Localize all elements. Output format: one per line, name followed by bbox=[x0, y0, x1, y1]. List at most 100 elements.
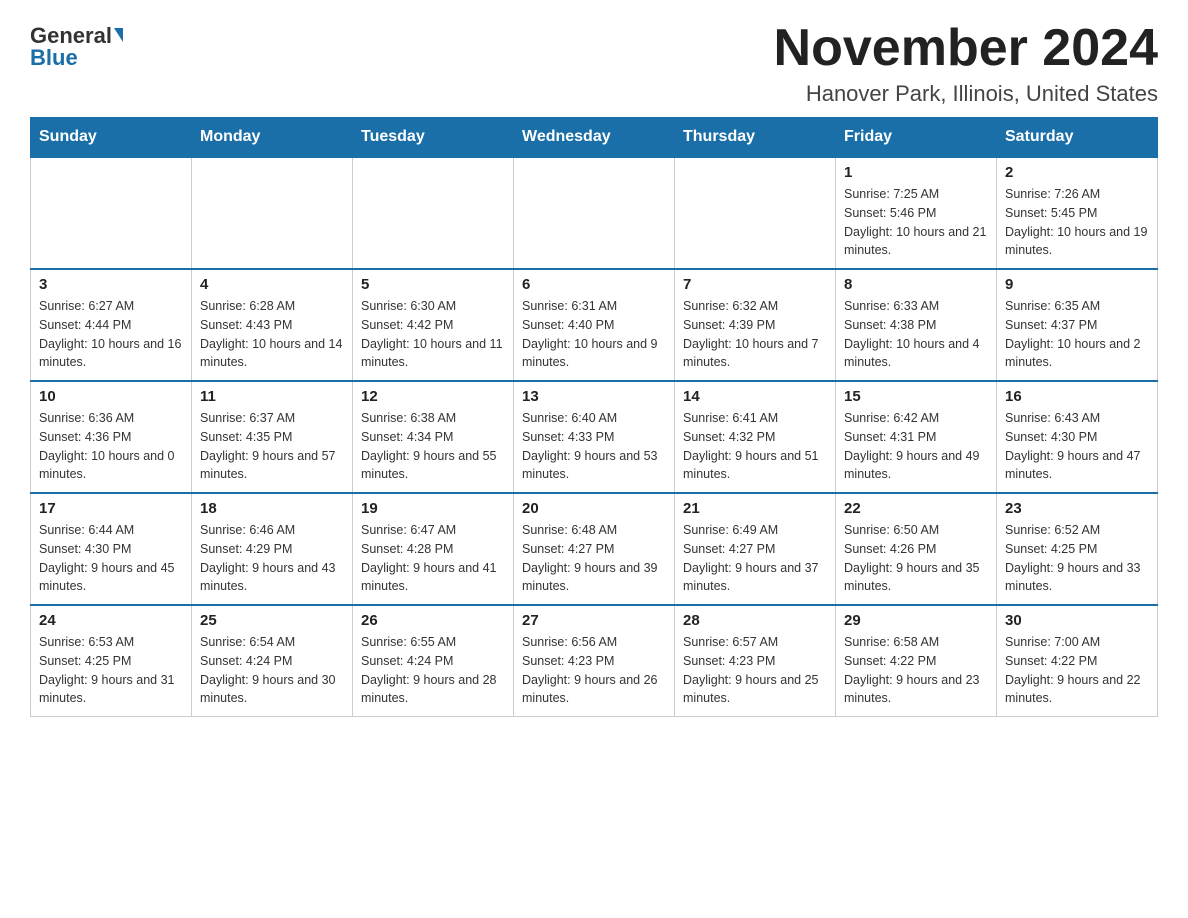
day-info: Sunrise: 6:32 AMSunset: 4:39 PMDaylight:… bbox=[683, 297, 827, 372]
day-info: Sunrise: 6:49 AMSunset: 4:27 PMDaylight:… bbox=[683, 521, 827, 596]
calendar-cell: 25Sunrise: 6:54 AMSunset: 4:24 PMDayligh… bbox=[192, 605, 353, 717]
calendar-cell: 2 Sunrise: 7:26 AMSunset: 5:45 PMDaylight… bbox=[997, 157, 1158, 269]
day-info: Sunrise: 7:26 AMSunset: 5:45 PMDaylight:… bbox=[1005, 185, 1149, 260]
day-number: 14 bbox=[683, 388, 827, 405]
day-info: Sunrise: 6:30 AMSunset: 4:42 PMDaylight:… bbox=[361, 297, 505, 372]
day-info: Sunrise: 6:40 AMSunset: 4:33 PMDaylight:… bbox=[522, 409, 666, 484]
day-number: 5 bbox=[361, 276, 505, 293]
calendar-cell: 21 Sunrise: 6:49 AMSunset: 4:27 PMDayligh… bbox=[675, 493, 836, 605]
day-number: 22 bbox=[844, 500, 988, 517]
day-number: 4 bbox=[200, 276, 344, 293]
day-number: 27 bbox=[522, 612, 666, 629]
week-row-4: 17 Sunrise: 6:44 AMSunset: 4:30 PMDayligh… bbox=[31, 493, 1158, 605]
day-info: Sunrise: 7:00 AMSunset: 4:22 PMDaylight:… bbox=[1005, 633, 1149, 708]
day-info: Sunrise: 6:48 AMSunset: 4:27 PMDaylight:… bbox=[522, 521, 666, 596]
day-number: 21 bbox=[683, 500, 827, 517]
day-info: Sunrise: 6:38 AMSunset: 4:34 PMDaylight:… bbox=[361, 409, 505, 484]
day-info: Sunrise: 6:43 AMSunset: 4:30 PMDaylight:… bbox=[1005, 409, 1149, 484]
day-number: 2 bbox=[1005, 164, 1149, 181]
day-number: 7 bbox=[683, 276, 827, 293]
week-row-1: 1 Sunrise: 7:25 AMSunset: 5:46 PMDaylight… bbox=[31, 157, 1158, 269]
day-info: Sunrise: 6:55 AMSunset: 4:24 PMDaylight:… bbox=[361, 633, 505, 708]
day-info: Sunrise: 6:54 AMSunset: 4:24 PMDaylight:… bbox=[200, 633, 344, 708]
day-number: 28 bbox=[683, 612, 827, 629]
day-info: Sunrise: 6:33 AMSunset: 4:38 PMDaylight:… bbox=[844, 297, 988, 372]
day-number: 18 bbox=[200, 500, 344, 517]
day-number: 23 bbox=[1005, 500, 1149, 517]
logo-triangle-icon bbox=[114, 28, 123, 42]
week-row-2: 3 Sunrise: 6:27 AMSunset: 4:44 PMDaylight… bbox=[31, 269, 1158, 381]
day-info: Sunrise: 6:46 AMSunset: 4:29 PMDaylight:… bbox=[200, 521, 344, 596]
calendar-cell: 9 Sunrise: 6:35 AMSunset: 4:37 PMDaylight… bbox=[997, 269, 1158, 381]
day-number: 26 bbox=[361, 612, 505, 629]
day-number: 13 bbox=[522, 388, 666, 405]
day-number: 10 bbox=[39, 388, 183, 405]
calendar-table: SundayMondayTuesdayWednesdayThursdayFrid… bbox=[30, 117, 1158, 717]
day-number: 11 bbox=[200, 388, 344, 405]
day-info: Sunrise: 6:47 AMSunset: 4:28 PMDaylight:… bbox=[361, 521, 505, 596]
day-info: Sunrise: 6:36 AMSunset: 4:36 PMDaylight:… bbox=[39, 409, 183, 484]
day-info: Sunrise: 6:27 AMSunset: 4:44 PMDaylight:… bbox=[39, 297, 183, 372]
day-number: 6 bbox=[522, 276, 666, 293]
calendar-cell: 17 Sunrise: 6:44 AMSunset: 4:30 PMDayligh… bbox=[31, 493, 192, 605]
calendar-cell: 5 Sunrise: 6:30 AMSunset: 4:42 PMDaylight… bbox=[353, 269, 514, 381]
logo-general: General bbox=[30, 25, 112, 47]
calendar-cell: 19 Sunrise: 6:47 AMSunset: 4:28 PMDayligh… bbox=[353, 493, 514, 605]
calendar-cell: 22Sunrise: 6:50 AMSunset: 4:26 PMDayligh… bbox=[836, 493, 997, 605]
calendar-cell: 15Sunrise: 6:42 AMSunset: 4:31 PMDayligh… bbox=[836, 381, 997, 493]
weekday-header-monday: Monday bbox=[192, 118, 353, 158]
location-subtitle: Hanover Park, Illinois, United States bbox=[774, 81, 1158, 107]
calendar-cell: 30Sunrise: 7:00 AMSunset: 4:22 PMDayligh… bbox=[997, 605, 1158, 717]
calendar-cell: 27 Sunrise: 6:56 AMSunset: 4:23 PMDayligh… bbox=[514, 605, 675, 717]
page-header: General Blue November 2024 Hanover Park,… bbox=[30, 20, 1158, 107]
calendar-cell: 24 Sunrise: 6:53 AMSunset: 4:25 PMDayligh… bbox=[31, 605, 192, 717]
day-number: 3 bbox=[39, 276, 183, 293]
calendar-cell: 29 Sunrise: 6:58 AMSunset: 4:22 PMDayligh… bbox=[836, 605, 997, 717]
calendar-cell: 18 Sunrise: 6:46 AMSunset: 4:29 PMDayligh… bbox=[192, 493, 353, 605]
calendar-cell bbox=[675, 157, 836, 269]
calendar-cell: 10 Sunrise: 6:36 AMSunset: 4:36 PMDayligh… bbox=[31, 381, 192, 493]
day-number: 9 bbox=[1005, 276, 1149, 293]
day-info: Sunrise: 6:35 AMSunset: 4:37 PMDaylight:… bbox=[1005, 297, 1149, 372]
calendar-cell: 4Sunrise: 6:28 AMSunset: 4:43 PMDaylight… bbox=[192, 269, 353, 381]
logo-blue: Blue bbox=[30, 47, 78, 69]
calendar-cell: 12 Sunrise: 6:38 AMSunset: 4:34 PMDayligh… bbox=[353, 381, 514, 493]
day-number: 24 bbox=[39, 612, 183, 629]
calendar-cell: 16 Sunrise: 6:43 AMSunset: 4:30 PMDayligh… bbox=[997, 381, 1158, 493]
day-number: 29 bbox=[844, 612, 988, 629]
weekday-header-wednesday: Wednesday bbox=[514, 118, 675, 158]
calendar-cell: 3 Sunrise: 6:27 AMSunset: 4:44 PMDaylight… bbox=[31, 269, 192, 381]
calendar-cell: 28 Sunrise: 6:57 AMSunset: 4:23 PMDayligh… bbox=[675, 605, 836, 717]
day-info: Sunrise: 6:44 AMSunset: 4:30 PMDaylight:… bbox=[39, 521, 183, 596]
weekday-header-thursday: Thursday bbox=[675, 118, 836, 158]
day-number: 1 bbox=[844, 164, 988, 181]
week-row-5: 24 Sunrise: 6:53 AMSunset: 4:25 PMDayligh… bbox=[31, 605, 1158, 717]
day-number: 8 bbox=[844, 276, 988, 293]
day-info: Sunrise: 6:57 AMSunset: 4:23 PMDaylight:… bbox=[683, 633, 827, 708]
weekday-header-sunday: Sunday bbox=[31, 118, 192, 158]
day-number: 17 bbox=[39, 500, 183, 517]
calendar-cell: 13 Sunrise: 6:40 AMSunset: 4:33 PMDayligh… bbox=[514, 381, 675, 493]
day-info: Sunrise: 6:37 AMSunset: 4:35 PMDaylight:… bbox=[200, 409, 344, 484]
day-number: 19 bbox=[361, 500, 505, 517]
day-info: Sunrise: 6:53 AMSunset: 4:25 PMDaylight:… bbox=[39, 633, 183, 708]
day-info: Sunrise: 6:52 AMSunset: 4:25 PMDaylight:… bbox=[1005, 521, 1149, 596]
weekday-header-friday: Friday bbox=[836, 118, 997, 158]
day-number: 15 bbox=[844, 388, 988, 405]
calendar-cell bbox=[31, 157, 192, 269]
day-number: 12 bbox=[361, 388, 505, 405]
calendar-cell bbox=[353, 157, 514, 269]
day-info: Sunrise: 7:25 AMSunset: 5:46 PMDaylight:… bbox=[844, 185, 988, 260]
day-info: Sunrise: 6:58 AMSunset: 4:22 PMDaylight:… bbox=[844, 633, 988, 708]
calendar-cell bbox=[514, 157, 675, 269]
day-info: Sunrise: 6:31 AMSunset: 4:40 PMDaylight:… bbox=[522, 297, 666, 372]
calendar-cell: 11 Sunrise: 6:37 AMSunset: 4:35 PMDayligh… bbox=[192, 381, 353, 493]
day-number: 16 bbox=[1005, 388, 1149, 405]
logo: General Blue bbox=[30, 25, 123, 69]
week-row-3: 10 Sunrise: 6:36 AMSunset: 4:36 PMDayligh… bbox=[31, 381, 1158, 493]
calendar-cell bbox=[192, 157, 353, 269]
day-info: Sunrise: 6:56 AMSunset: 4:23 PMDaylight:… bbox=[522, 633, 666, 708]
calendar-cell: 6 Sunrise: 6:31 AMSunset: 4:40 PMDaylight… bbox=[514, 269, 675, 381]
calendar-cell: 23 Sunrise: 6:52 AMSunset: 4:25 PMDayligh… bbox=[997, 493, 1158, 605]
calendar-cell: 7 Sunrise: 6:32 AMSunset: 4:39 PMDaylight… bbox=[675, 269, 836, 381]
